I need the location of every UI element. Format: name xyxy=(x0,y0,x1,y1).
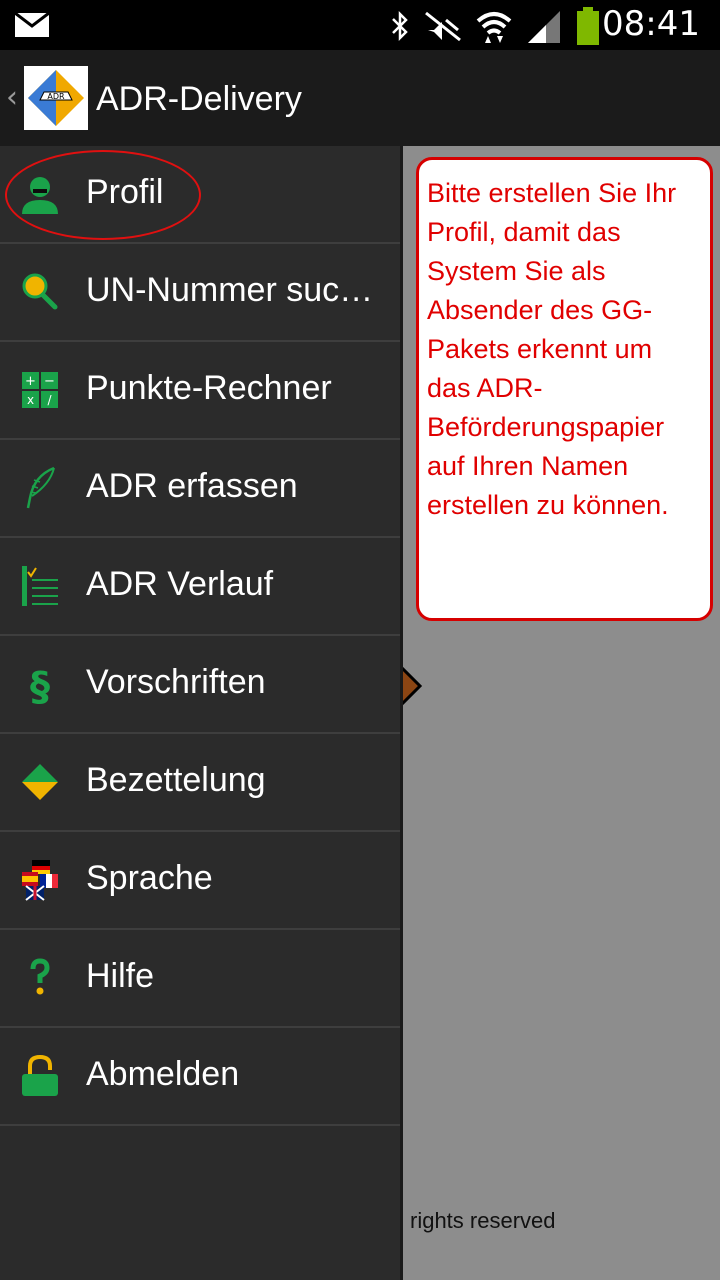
language-flags-icon xyxy=(22,860,58,901)
back-chevron-icon[interactable]: ‹ xyxy=(6,80,18,115)
drawer-item-label: ADR erfassen xyxy=(86,467,298,505)
mute-icon xyxy=(425,11,461,42)
drawer-item-label: ADR Verlauf xyxy=(86,565,274,603)
svg-text:−: − xyxy=(44,374,55,389)
app-logo[interactable]: ADR xyxy=(24,66,88,130)
label-diamond-icon xyxy=(22,764,58,800)
svg-text:x: x xyxy=(27,393,34,407)
battery-icon xyxy=(577,7,599,45)
drawer-item-label: UN-Nummer suchen xyxy=(86,271,386,309)
paragraph-icon: § xyxy=(30,664,50,706)
footer-copyright: rights reserved xyxy=(410,1208,556,1233)
hazard-diamond-graphic xyxy=(402,665,423,707)
drawer-item-label: Hilfe xyxy=(86,957,155,995)
drawer-item-abmelden[interactable]: Abmelden xyxy=(0,1028,400,1126)
drawer-item-label: Sprache xyxy=(86,859,213,897)
drawer-item-label: Vorschriften xyxy=(86,663,266,701)
quill-icon xyxy=(26,466,55,509)
svg-text:§: § xyxy=(30,664,50,706)
wifi-icon xyxy=(476,12,512,43)
signal-icon xyxy=(528,11,560,43)
mail-icon xyxy=(14,12,50,37)
svg-text:ADR: ADR xyxy=(47,92,65,101)
drawer-item-un-nummer[interactable]: UN-Nummer suchen xyxy=(0,244,400,342)
lock-icon xyxy=(22,1054,58,1096)
drawer-item-sprache[interactable]: Sprache xyxy=(0,832,400,930)
drawer-menu: Profil UN-Nummer suchen + − x / Punkte-R… xyxy=(0,146,400,1126)
drawer-item-adr-verlauf[interactable]: ADR Verlauf xyxy=(0,538,400,636)
help-icon xyxy=(30,958,50,995)
bluetooth-icon xyxy=(392,10,408,42)
profile-hint-bubble: Bitte erstellen Sie Ihr Profil, damit da… xyxy=(416,157,713,621)
drawer-item-hilfe[interactable]: Hilfe xyxy=(0,930,400,1028)
navigation-drawer: Profil UN-Nummer suchen + − x / Punkte-R… xyxy=(0,146,403,1280)
status-bar: 08:41 xyxy=(0,0,720,50)
app-title: ADR-Delivery xyxy=(96,80,302,118)
drawer-item-punkte-rechner[interactable]: + − x / Punkte-Rechner xyxy=(0,342,400,440)
drawer-item-label: Abmelden xyxy=(86,1055,240,1093)
drawer-item-label: Bezettelung xyxy=(86,761,266,799)
drawer-item-adr-erfassen[interactable]: ADR erfassen xyxy=(0,440,400,538)
search-icon xyxy=(22,273,58,310)
drawer-item-label: Punkte-Rechner xyxy=(86,369,332,407)
status-time: 08:41 xyxy=(602,4,700,44)
drawer-item-bezettelung[interactable]: Bezettelung xyxy=(0,734,400,832)
svg-text:+: + xyxy=(25,374,36,389)
profile-highlight-ellipse xyxy=(5,150,201,240)
drawer-item-vorschriften[interactable]: § Vorschriften xyxy=(0,636,400,734)
calculator-icon: + − x / xyxy=(22,372,58,408)
checklist-icon xyxy=(22,566,58,606)
